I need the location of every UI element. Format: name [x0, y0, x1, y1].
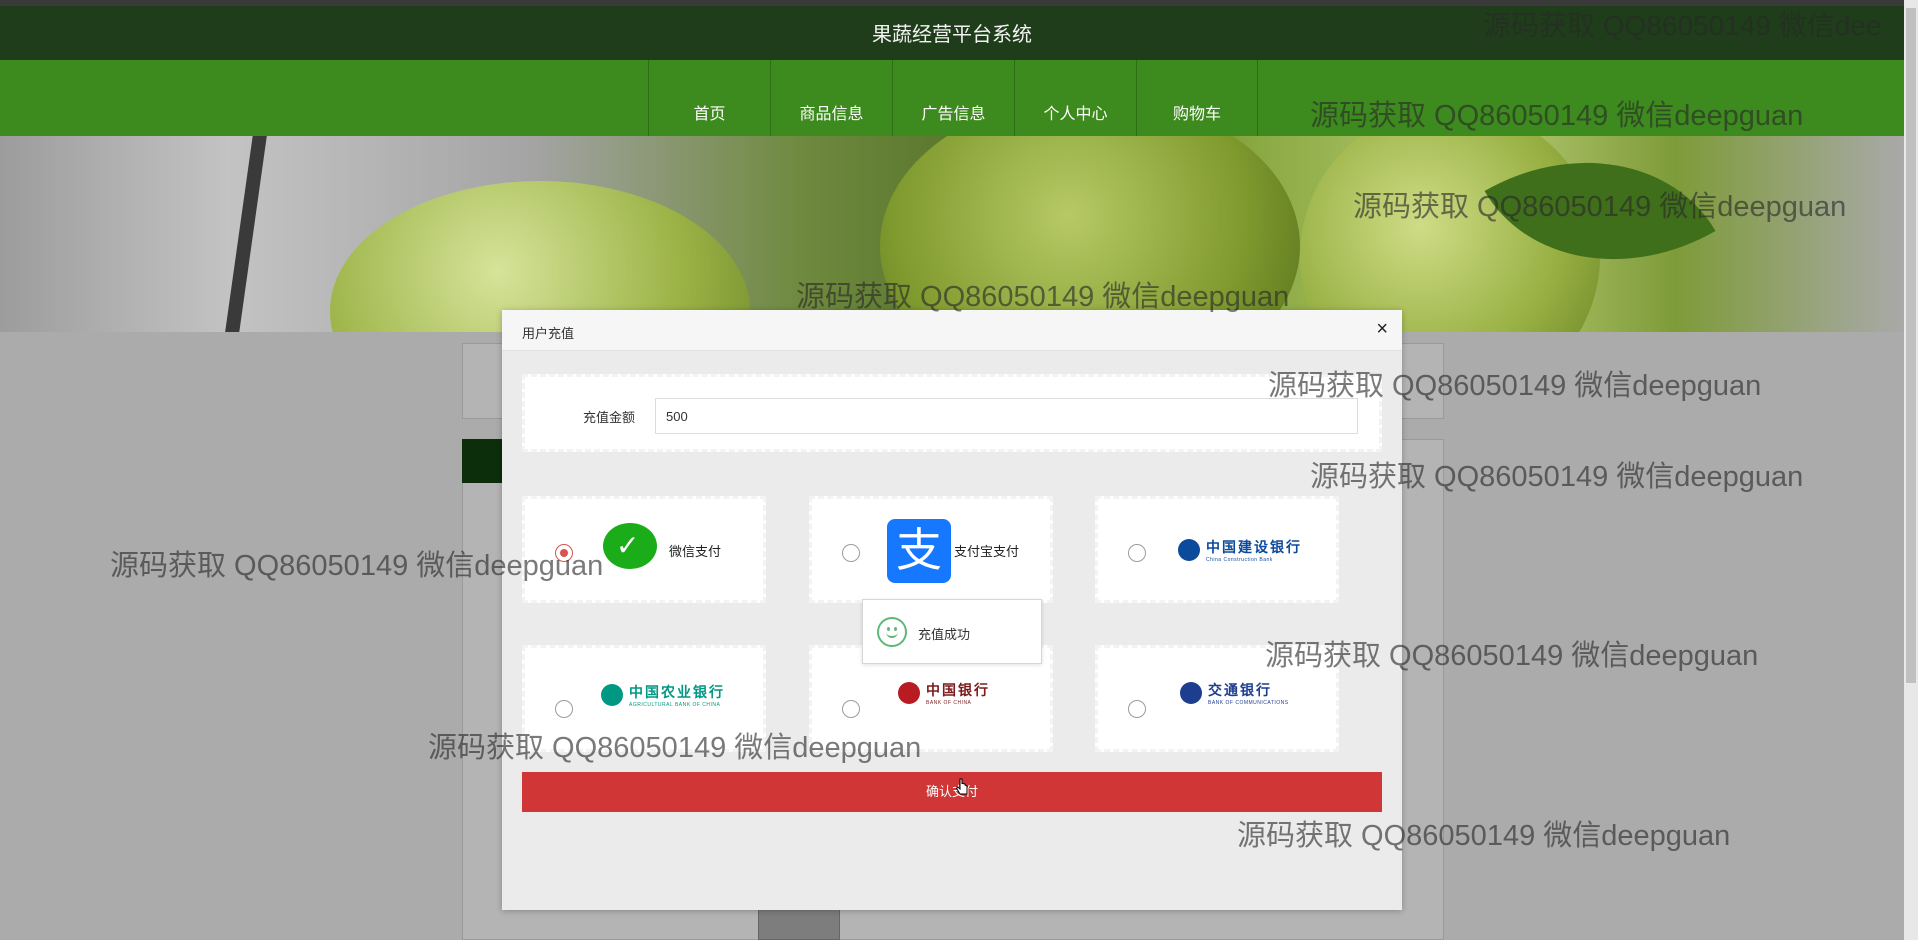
abc-name-en: AGRICULTURAL BANK OF CHINA	[629, 702, 721, 708]
amount-section: 充值金额	[522, 374, 1382, 452]
nav-item-cart[interactable]: 购物车	[1136, 60, 1258, 136]
bocom-name: 交通银行	[1208, 682, 1272, 698]
hand-cursor-icon	[955, 778, 968, 795]
bocom-icon	[1180, 682, 1202, 704]
wechat-pay-icon	[603, 523, 657, 569]
abc-icon	[601, 684, 623, 706]
scrollbar-thumb[interactable]	[1906, 8, 1916, 683]
dialog-title: 用户充值	[522, 326, 575, 341]
boc-name: 中国银行	[926, 682, 990, 698]
bocom-logo: 交通银行 BANK OF COMMUNICATIONS	[1180, 680, 1289, 706]
ccb-radio[interactable]	[1128, 544, 1146, 562]
wechat-pay-label: 微信支付	[669, 544, 722, 559]
wechat-radio[interactable]	[555, 544, 573, 562]
nav-item-ads[interactable]: 广告信息	[892, 60, 1014, 136]
ccb-name-en: China Construction Bank	[1206, 557, 1273, 563]
payment-option-ccb[interactable]: 中国建设银行 China Construction Bank	[1095, 496, 1339, 603]
main-nav: 首页 商品信息 广告信息 个人中心 购物车	[0, 60, 1904, 136]
abc-name: 中国农业银行	[629, 684, 725, 700]
nav-item-products[interactable]: 商品信息	[770, 60, 892, 136]
dialog-header: 用户充值 ×	[502, 310, 1402, 351]
nav-item-home[interactable]: 首页	[648, 60, 770, 136]
ccb-logo: 中国建设银行 China Construction Bank	[1178, 537, 1302, 563]
ccb-name: 中国建设银行	[1206, 539, 1302, 555]
amount-label: 充值金额	[583, 410, 636, 425]
confirm-pay-button[interactable]: 确认支付	[522, 772, 1382, 812]
payment-option-abc[interactable]: 中国农业银行 AGRICULTURAL BANK OF CHINA	[522, 645, 766, 752]
alipay-radio[interactable]	[842, 544, 860, 562]
bocom-name-en: BANK OF COMMUNICATIONS	[1208, 700, 1289, 706]
alipay-icon: 支	[887, 519, 951, 583]
payment-option-bocom[interactable]: 交通银行 BANK OF COMMUNICATIONS	[1095, 645, 1339, 752]
boc-name-en: BANK OF CHINA	[926, 700, 972, 706]
abc-radio[interactable]	[555, 700, 573, 718]
close-icon[interactable]: ×	[1376, 319, 1388, 339]
page-scrollbar[interactable]	[1904, 0, 1918, 940]
recharge-dialog: 用户充值 × 充值金额 微信支付 支 支付宝支付 中国建设银行 China Co…	[502, 310, 1402, 910]
bocom-radio[interactable]	[1128, 700, 1146, 718]
background-product-thumbnail	[758, 908, 840, 940]
top-title-bar: 果蔬经营平台系统	[0, 0, 1904, 60]
payment-option-wechat[interactable]: 微信支付	[522, 496, 766, 603]
nav-item-profile[interactable]: 个人中心	[1014, 60, 1136, 136]
boc-icon	[898, 682, 920, 704]
boc-radio[interactable]	[842, 700, 860, 718]
boc-logo: 中国银行 BANK OF CHINA	[898, 680, 990, 706]
toast-message: 充值成功	[918, 627, 971, 642]
amount-input[interactable]	[655, 398, 1358, 434]
site-title: 果蔬经营平台系统	[872, 24, 1032, 46]
banner-image	[0, 136, 1904, 332]
payment-option-alipay[interactable]: 支 支付宝支付	[809, 496, 1053, 603]
ccb-icon	[1178, 539, 1200, 561]
abc-logo: 中国农业银行 AGRICULTURAL BANK OF CHINA	[601, 682, 725, 708]
smile-icon	[877, 617, 907, 647]
alipay-label: 支付宝支付	[954, 544, 1020, 559]
success-toast: 充值成功	[862, 599, 1042, 664]
